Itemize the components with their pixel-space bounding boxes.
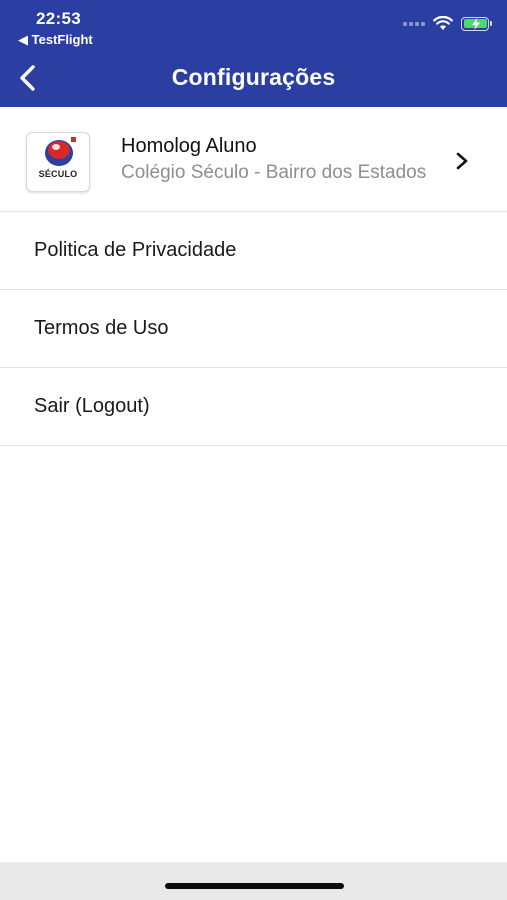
school-logo-emblem-icon: [45, 137, 76, 166]
battery-icon: [461, 16, 492, 31]
bottom-safe-area: [0, 862, 507, 900]
status-icons: [403, 16, 492, 31]
account-row[interactable]: SÉCULO Homolog Aluno Colégio Século - Ba…: [0, 107, 507, 212]
menu-item-terms-of-use[interactable]: Termos de Uso: [0, 290, 507, 368]
school-logo: SÉCULO: [26, 132, 90, 192]
navigation-header: 22:53 ◀ TestFlight Configurações: [0, 0, 507, 107]
school-logo-text: SÉCULO: [38, 169, 78, 179]
battery-charging-icon: [463, 18, 487, 30]
menu-item-label: Termos de Uso: [34, 317, 169, 339]
account-school: Colégio Século - Bairro dos Estados: [121, 162, 427, 183]
menu-item-privacy-policy[interactable]: Politica de Privacidade: [0, 212, 507, 290]
return-to-testflight-link[interactable]: ◀ TestFlight: [18, 32, 93, 48]
chevron-right-icon: [456, 152, 468, 170]
wifi-icon: [433, 16, 453, 30]
menu-item-label: Politica de Privacidade: [34, 239, 237, 261]
page-title: Configurações: [171, 64, 336, 90]
home-indicator[interactable]: [165, 883, 344, 889]
menu-item-logout[interactable]: Sair (Logout): [0, 368, 507, 446]
cellular-signal-icon: [403, 21, 425, 26]
status-time: 22:53: [36, 9, 81, 28]
menu-item-label: Sair (Logout): [34, 395, 150, 417]
account-name: Homolog Aluno: [121, 135, 257, 157]
